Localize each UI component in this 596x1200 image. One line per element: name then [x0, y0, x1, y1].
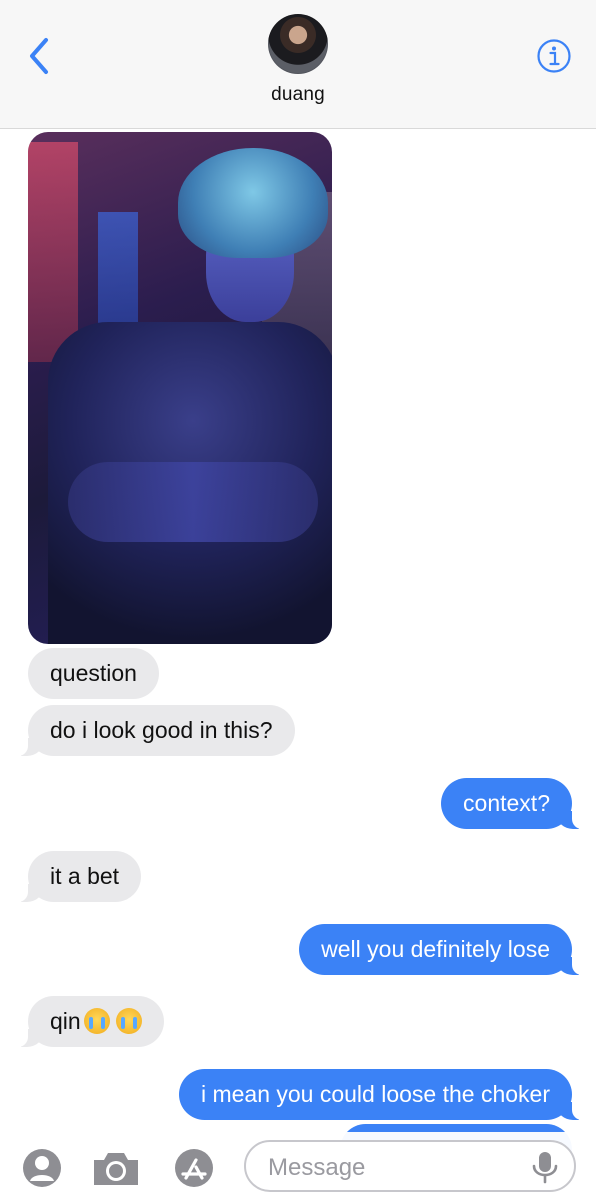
message-text: context? — [463, 790, 550, 816]
loudly-crying-face-icon — [115, 1008, 142, 1034]
message-text: well you definitely lose — [321, 936, 550, 962]
memoji-button[interactable] — [20, 1148, 64, 1188]
conversation-header: duang — [0, 0, 596, 129]
chevron-left-icon — [30, 38, 48, 74]
message-bubble-incoming[interactable]: qin — [15, 996, 164, 1047]
message-bubble-outgoing[interactable]: context? — [441, 778, 585, 829]
back-button[interactable] — [22, 34, 62, 78]
message-text: qin — [50, 1008, 81, 1034]
message-bubble-incoming[interactable]: question — [28, 648, 159, 699]
conversation-area[interactable]: question do i look good in this? context… — [0, 0, 596, 1200]
memoji-icon — [23, 1149, 61, 1187]
info-button[interactable] — [536, 38, 572, 74]
contact-name[interactable]: duang — [0, 84, 596, 106]
info-icon — [537, 39, 571, 73]
message-bubble-incoming[interactable]: do i look good in this? — [15, 705, 295, 756]
photo-message[interactable] — [28, 132, 332, 644]
message-input[interactable] — [266, 1150, 530, 1186]
message-bubble-outgoing[interactable]: well you definitely lose — [299, 924, 585, 975]
neon-sign-left — [28, 142, 78, 362]
dictation-button[interactable] — [526, 1148, 564, 1186]
mic-icon — [532, 1152, 558, 1184]
message-bubble-outgoing[interactable]: i mean you could loose the choker — [178, 1069, 586, 1120]
crossed-arms — [68, 462, 318, 542]
camera-button[interactable] — [90, 1148, 142, 1188]
camera-icon — [94, 1153, 138, 1185]
blue-hair — [178, 148, 328, 258]
app-store-icon — [175, 1149, 213, 1187]
message-text: question — [50, 660, 137, 686]
message-input-field[interactable] — [244, 1140, 576, 1192]
messages-screen: question do i look good in this? context… — [0, 0, 596, 1200]
contact-avatar[interactable] — [268, 14, 328, 74]
compose-bar — [0, 1132, 596, 1200]
app-store-button[interactable] — [168, 1148, 220, 1188]
loudly-crying-face-icon — [83, 1008, 110, 1034]
message-text: it a bet — [50, 863, 120, 889]
message-text: do i look good in this? — [50, 717, 273, 743]
message-bubble-incoming[interactable]: it a bet — [14, 851, 142, 902]
message-text: i mean you could loose the choker — [200, 1081, 550, 1107]
